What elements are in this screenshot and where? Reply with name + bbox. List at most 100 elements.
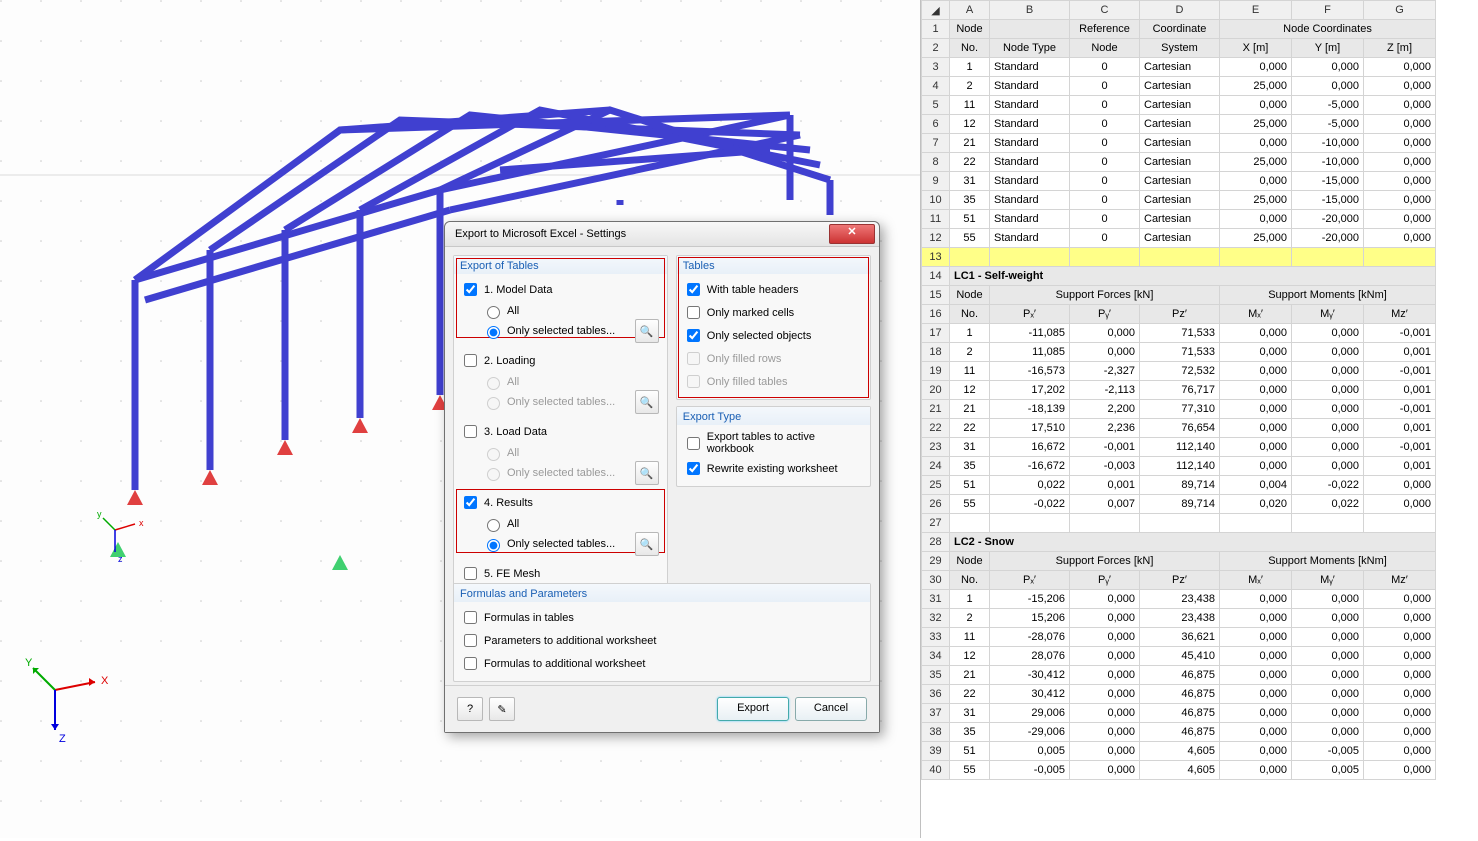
cell[interactable]: Pₓ′ [990, 305, 1070, 324]
btn-loading-browse[interactable]: 🔍 [635, 390, 659, 414]
btn-model-browse[interactable]: 🔍 [635, 319, 659, 343]
cell[interactable]: 25,000 [1220, 77, 1292, 96]
cell[interactable]: -0,001 [1364, 400, 1436, 419]
cell[interactable]: 45,410 [1140, 647, 1220, 666]
cell[interactable] [1070, 514, 1140, 533]
cell[interactable]: 35 [950, 191, 990, 210]
cell[interactable]: 0,000 [1220, 723, 1292, 742]
row-header[interactable]: 30 [922, 571, 950, 590]
cell[interactable]: 0,000 [1292, 647, 1364, 666]
row-header[interactable]: 24 [922, 457, 950, 476]
chk-formulas-ws[interactable] [464, 657, 477, 670]
cell[interactable]: 0,000 [1220, 609, 1292, 628]
cell[interactable]: 23,438 [1140, 609, 1220, 628]
col-header[interactable]: F [1292, 1, 1364, 20]
cell[interactable]: 0,000 [1220, 457, 1292, 476]
cell[interactable]: Mᴢ′ [1364, 305, 1436, 324]
cell[interactable]: Node [950, 552, 990, 571]
rad-results-all[interactable] [487, 519, 500, 532]
cell[interactable]: LC1 - Self-weight [950, 267, 1436, 286]
cell[interactable]: 0,000 [1220, 134, 1292, 153]
cell[interactable]: 0,000 [1220, 210, 1292, 229]
help-button[interactable]: ? [457, 697, 483, 721]
cell[interactable]: 25,000 [1220, 229, 1292, 248]
cell[interactable]: 2 [950, 609, 990, 628]
chk-rewrite[interactable] [687, 462, 700, 475]
cell[interactable]: 0,000 [1364, 742, 1436, 761]
row-header[interactable]: 3 [922, 58, 950, 77]
cell[interactable]: 36,621 [1140, 628, 1220, 647]
chk-model-data[interactable] [464, 283, 477, 296]
cell[interactable]: 30,412 [990, 685, 1070, 704]
cell[interactable]: 25,000 [1220, 191, 1292, 210]
cell[interactable] [1070, 248, 1140, 267]
cell[interactable] [1364, 514, 1436, 533]
cell[interactable]: 35 [950, 457, 990, 476]
cell[interactable]: 11 [950, 628, 990, 647]
cell[interactable]: 0,000 [1292, 609, 1364, 628]
cell[interactable]: 0,000 [1292, 590, 1364, 609]
cell[interactable]: Pₓ′ [990, 571, 1070, 590]
cell[interactable]: 0,000 [1070, 628, 1140, 647]
cell[interactable]: 11 [950, 96, 990, 115]
cell[interactable]: Standard [990, 77, 1070, 96]
cell[interactable]: -29,006 [990, 723, 1070, 742]
row-header[interactable]: 34 [922, 647, 950, 666]
cell[interactable]: 0,000 [1292, 685, 1364, 704]
row-header[interactable]: 23 [922, 438, 950, 457]
cell[interactable]: 0,022 [990, 476, 1070, 495]
cell[interactable]: 1 [950, 58, 990, 77]
cell[interactable]: No. [950, 39, 990, 58]
row-header[interactable]: 16 [922, 305, 950, 324]
cell[interactable]: 21 [950, 666, 990, 685]
cell[interactable]: -30,412 [990, 666, 1070, 685]
cell[interactable]: No. [950, 571, 990, 590]
cell[interactable] [990, 20, 1070, 39]
corner-cell[interactable]: ◢ [922, 1, 950, 20]
cell[interactable]: 12 [950, 647, 990, 666]
cell[interactable]: 16,672 [990, 438, 1070, 457]
cell[interactable]: 55 [950, 229, 990, 248]
cell[interactable]: 0 [1070, 115, 1140, 134]
cell[interactable]: Support Forces [kN] [990, 286, 1220, 305]
row-header[interactable]: 10 [922, 191, 950, 210]
row-header[interactable]: 31 [922, 590, 950, 609]
cell[interactable]: 0,004 [1220, 476, 1292, 495]
cell[interactable]: 17,510 [990, 419, 1070, 438]
cell[interactable]: -16,672 [990, 457, 1070, 476]
row-header[interactable]: 25 [922, 476, 950, 495]
cell[interactable]: Support Moments [kNm] [1220, 552, 1436, 571]
chk-formulas-in[interactable] [464, 611, 477, 624]
cell[interactable]: Cartesian [1140, 115, 1220, 134]
cell[interactable]: 46,875 [1140, 666, 1220, 685]
cell[interactable]: 0 [1070, 210, 1140, 229]
cell[interactable]: Node [950, 286, 990, 305]
cell[interactable]: Standard [990, 134, 1070, 153]
row-header[interactable]: 28 [922, 533, 950, 552]
rad-model-selected[interactable] [487, 326, 500, 339]
cell[interactable]: Standard [990, 172, 1070, 191]
cell[interactable]: Cartesian [1140, 210, 1220, 229]
col-header[interactable]: B [990, 1, 1070, 20]
cell[interactable]: 0,000 [1070, 666, 1140, 685]
cell[interactable]: 23,438 [1140, 590, 1220, 609]
cell[interactable]: -2,113 [1070, 381, 1140, 400]
cell[interactable]: Mᵧ′ [1292, 571, 1364, 590]
cell[interactable]: 0,001 [1364, 419, 1436, 438]
row-header[interactable]: 7 [922, 134, 950, 153]
chk-params-ws[interactable] [464, 634, 477, 647]
cell[interactable]: 0,000 [1364, 191, 1436, 210]
row-header[interactable]: 32 [922, 609, 950, 628]
cell[interactable]: 0,000 [1220, 647, 1292, 666]
chk-fe-mesh[interactable] [464, 567, 477, 580]
cell[interactable]: No. [950, 305, 990, 324]
cell[interactable]: 0,000 [1364, 704, 1436, 723]
cell[interactable]: Cartesian [1140, 191, 1220, 210]
cell[interactable]: 31 [950, 438, 990, 457]
cell[interactable] [1220, 514, 1292, 533]
col-header[interactable]: C [1070, 1, 1140, 20]
cell[interactable]: 28,076 [990, 647, 1070, 666]
cell[interactable]: Node [950, 20, 990, 39]
cell[interactable]: 0,000 [1220, 343, 1292, 362]
cell[interactable]: Cartesian [1140, 172, 1220, 191]
